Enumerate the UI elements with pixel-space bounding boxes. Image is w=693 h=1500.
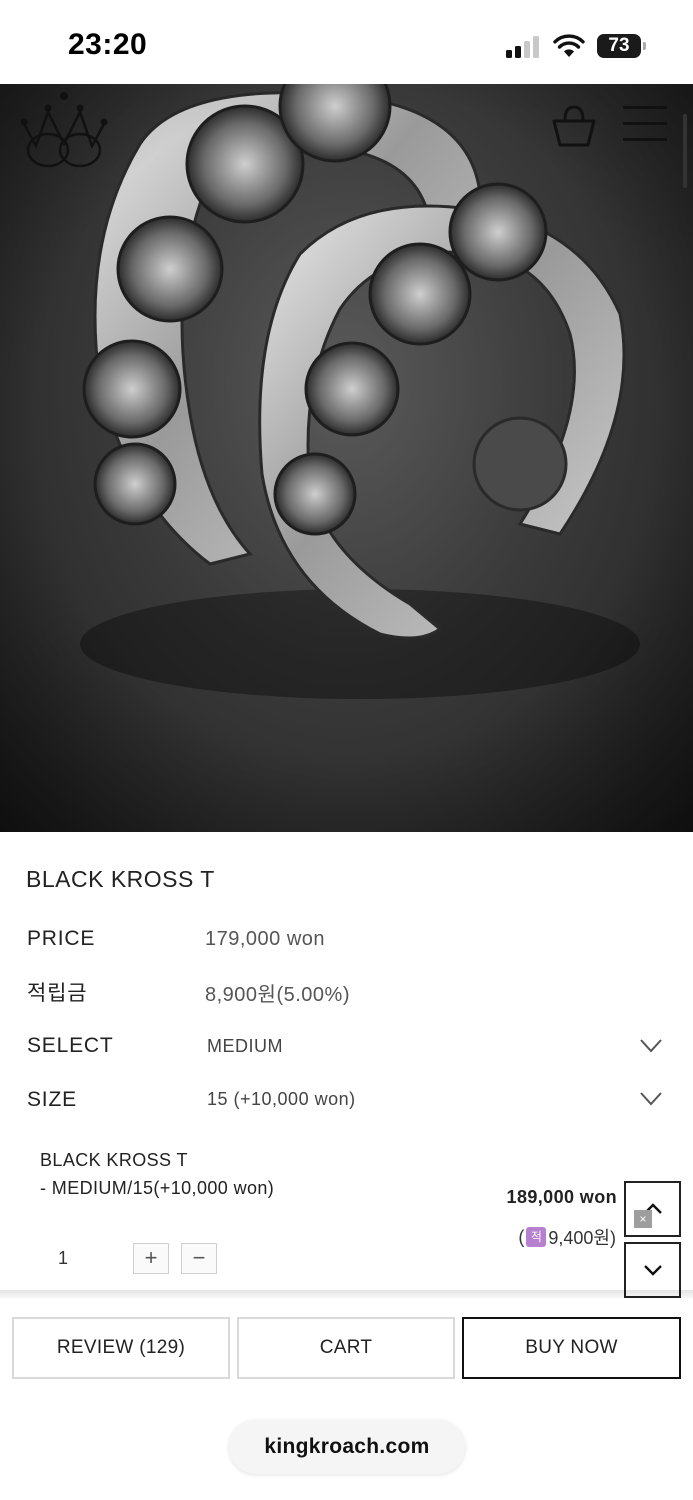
points-amount: 9,400원): [548, 1228, 616, 1248]
rings-illustration: [0, 84, 693, 832]
selected-item-points: ( 적 9,400원): [518, 1224, 616, 1250]
buy-now-button[interactable]: BUY NOW: [462, 1317, 681, 1379]
price-label: PRICE: [27, 927, 96, 950]
close-icon[interactable]: ×: [634, 1210, 652, 1228]
product-image[interactable]: [0, 84, 693, 832]
selected-item-name: BLACK KROSS T: [40, 1150, 188, 1170]
size-dropdown[interactable]: 15 (+10,000 won): [207, 1089, 356, 1110]
points-open-paren: (: [518, 1226, 525, 1247]
wifi-icon: [553, 34, 585, 57]
price-value: 179,000 won: [205, 928, 326, 950]
review-button[interactable]: REVIEW (129): [12, 1317, 230, 1379]
battery-level: 73: [608, 35, 630, 56]
quantity-minus-button[interactable]: −: [181, 1243, 217, 1274]
selected-item-detail: - MEDIUM/15(+10,000 won): [40, 1178, 275, 1198]
chevron-down-icon: [644, 1265, 662, 1276]
size-label: SIZE: [27, 1088, 77, 1111]
product-title: BLACK KROSS T: [26, 866, 215, 892]
quantity-plus-button[interactable]: +: [133, 1243, 169, 1274]
chevron-down-icon[interactable]: [640, 1092, 662, 1106]
quantity-value[interactable]: 1: [58, 1248, 68, 1269]
cart-button[interactable]: CART: [237, 1317, 455, 1379]
shopping-basket-icon[interactable]: [551, 104, 597, 148]
points-label: 적립금: [27, 982, 88, 1005]
battery-icon: 73: [597, 34, 647, 58]
browser-url-bar[interactable]: kingkroach.com: [229, 1420, 465, 1474]
scrollbar[interactable]: [683, 114, 687, 188]
points-badge-icon: 적: [526, 1227, 547, 1247]
signal-icon: [506, 36, 542, 58]
hamburger-menu-icon[interactable]: [623, 106, 667, 142]
select-dropdown[interactable]: MEDIUM: [207, 1036, 283, 1057]
chevron-down-icon[interactable]: [640, 1039, 662, 1053]
status-time: 23:20: [68, 28, 148, 61]
points-value: 8,900원(5.00%): [205, 984, 350, 1006]
status-bar: 23:20 73: [0, 0, 693, 84]
select-label: SELECT: [27, 1034, 114, 1057]
scroll-up-button[interactable]: [624, 1181, 681, 1237]
selected-item-total: 189,000 won: [506, 1187, 617, 1207]
crown-logo[interactable]: [18, 88, 110, 170]
